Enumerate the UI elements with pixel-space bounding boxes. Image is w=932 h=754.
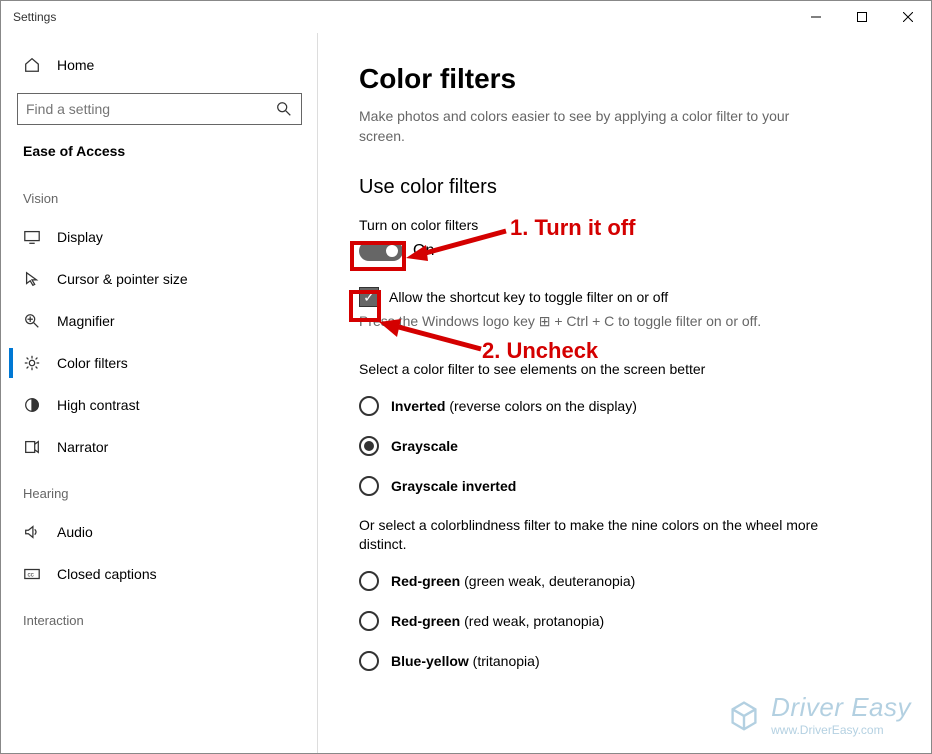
radio-grayscale-inverted[interactable]: Grayscale inverted [359,476,891,496]
search-input[interactable] [26,101,275,117]
closedcaptions-icon: cc [23,565,41,583]
page-title: Color filters [359,63,891,95]
watermark-title: Driver Easy [771,692,911,723]
radio-paren: (red weak, protanopia) [460,613,604,629]
watermark-url: www.DriverEasy.com [771,723,911,737]
radio-paren: (green weak, deuteranopia) [460,573,635,589]
sidebar-item-label: Closed captions [57,566,157,582]
colorfilters-icon [23,354,41,372]
sidebar-item-cursor[interactable]: Cursor & pointer size [13,258,306,300]
sidebar-item-label: Color filters [57,355,128,371]
select-filter-label: Select a color filter to see elements on… [359,360,819,380]
watermark-logo-icon [725,696,763,734]
close-button[interactable] [885,1,931,33]
magnifier-icon [23,312,41,330]
page-subtitle: Make photos and colors easier to see by … [359,107,799,146]
sidebar-item-colorfilters[interactable]: Color filters [13,342,306,384]
group-interaction-label: Interaction [13,595,306,638]
minimize-button[interactable] [793,1,839,33]
cursor-icon [23,270,41,288]
sidebar-item-label: Narrator [57,439,108,455]
sidebar: Home Ease of Access Vision Display Curso… [1,33,319,753]
radio-deuteranopia[interactable]: Red-green (green weak, deuteranopia) [359,571,891,591]
color-filters-toggle[interactable] [359,241,403,261]
audio-icon [23,523,41,541]
radio-label: Grayscale inverted [391,478,516,494]
radio-grayscale[interactable]: Grayscale [359,436,891,456]
shortcut-hint: Press the Windows logo key ⊞ + Ctrl + C … [359,313,891,330]
radio-inverted[interactable]: Inverted (reverse colors on the display) [359,396,891,416]
sidebar-home[interactable]: Home [13,45,306,85]
sidebar-item-closedcaptions[interactable]: cc Closed captions [13,553,306,595]
maximize-button[interactable] [839,1,885,33]
section-use-color-filters: Use color filters [359,176,891,199]
sidebar-category: Ease of Access [13,143,306,173]
group-hearing-label: Hearing [13,468,306,511]
window-title: Settings [13,10,56,24]
radio-tritanopia[interactable]: Blue-yellow (tritanopia) [359,651,891,671]
radio-label: Red-green [391,613,460,629]
toggle-label: Turn on color filters [359,217,891,233]
sidebar-item-label: Cursor & pointer size [57,271,188,287]
search-box[interactable] [17,93,302,125]
highcontrast-icon [23,396,41,414]
radio-protanopia[interactable]: Red-green (red weak, protanopia) [359,611,891,631]
radio-paren: (reverse colors on the display) [445,398,636,414]
home-icon [23,56,41,74]
narrator-icon [23,438,41,456]
sidebar-item-narrator[interactable]: Narrator [13,426,306,468]
svg-text:cc: cc [28,572,34,579]
sidebar-item-magnifier[interactable]: Magnifier [13,300,306,342]
radio-label: Blue-yellow [391,653,469,669]
search-icon [275,100,293,118]
sidebar-item-label: High contrast [57,397,139,413]
radio-label: Inverted [391,398,445,414]
sidebar-home-label: Home [57,57,94,73]
sidebar-item-highcontrast[interactable]: High contrast [13,384,306,426]
sidebar-item-label: Audio [57,524,93,540]
colorblind-label: Or select a colorblindness filter to mak… [359,516,819,555]
toggle-state: On [413,242,434,260]
sidebar-item-display[interactable]: Display [13,216,306,258]
display-icon [23,228,41,246]
shortcut-checkbox[interactable]: ✓ [359,287,379,307]
sidebar-item-label: Magnifier [57,313,115,329]
checkbox-label: Allow the shortcut key to toggle filter … [389,289,668,305]
radio-label: Grayscale [391,438,458,454]
radio-paren: (tritanopia) [469,653,540,669]
watermark: Driver Easy www.DriverEasy.com [725,692,911,737]
radio-label: Red-green [391,573,460,589]
titlebar: Settings [1,1,931,33]
group-vision-label: Vision [13,173,306,216]
window-controls [793,1,931,33]
sidebar-item-label: Display [57,229,103,245]
sidebar-scrollbar[interactable] [317,33,318,753]
sidebar-item-audio[interactable]: Audio [13,511,306,553]
main-content: Color filters Make photos and colors eas… [319,33,931,753]
